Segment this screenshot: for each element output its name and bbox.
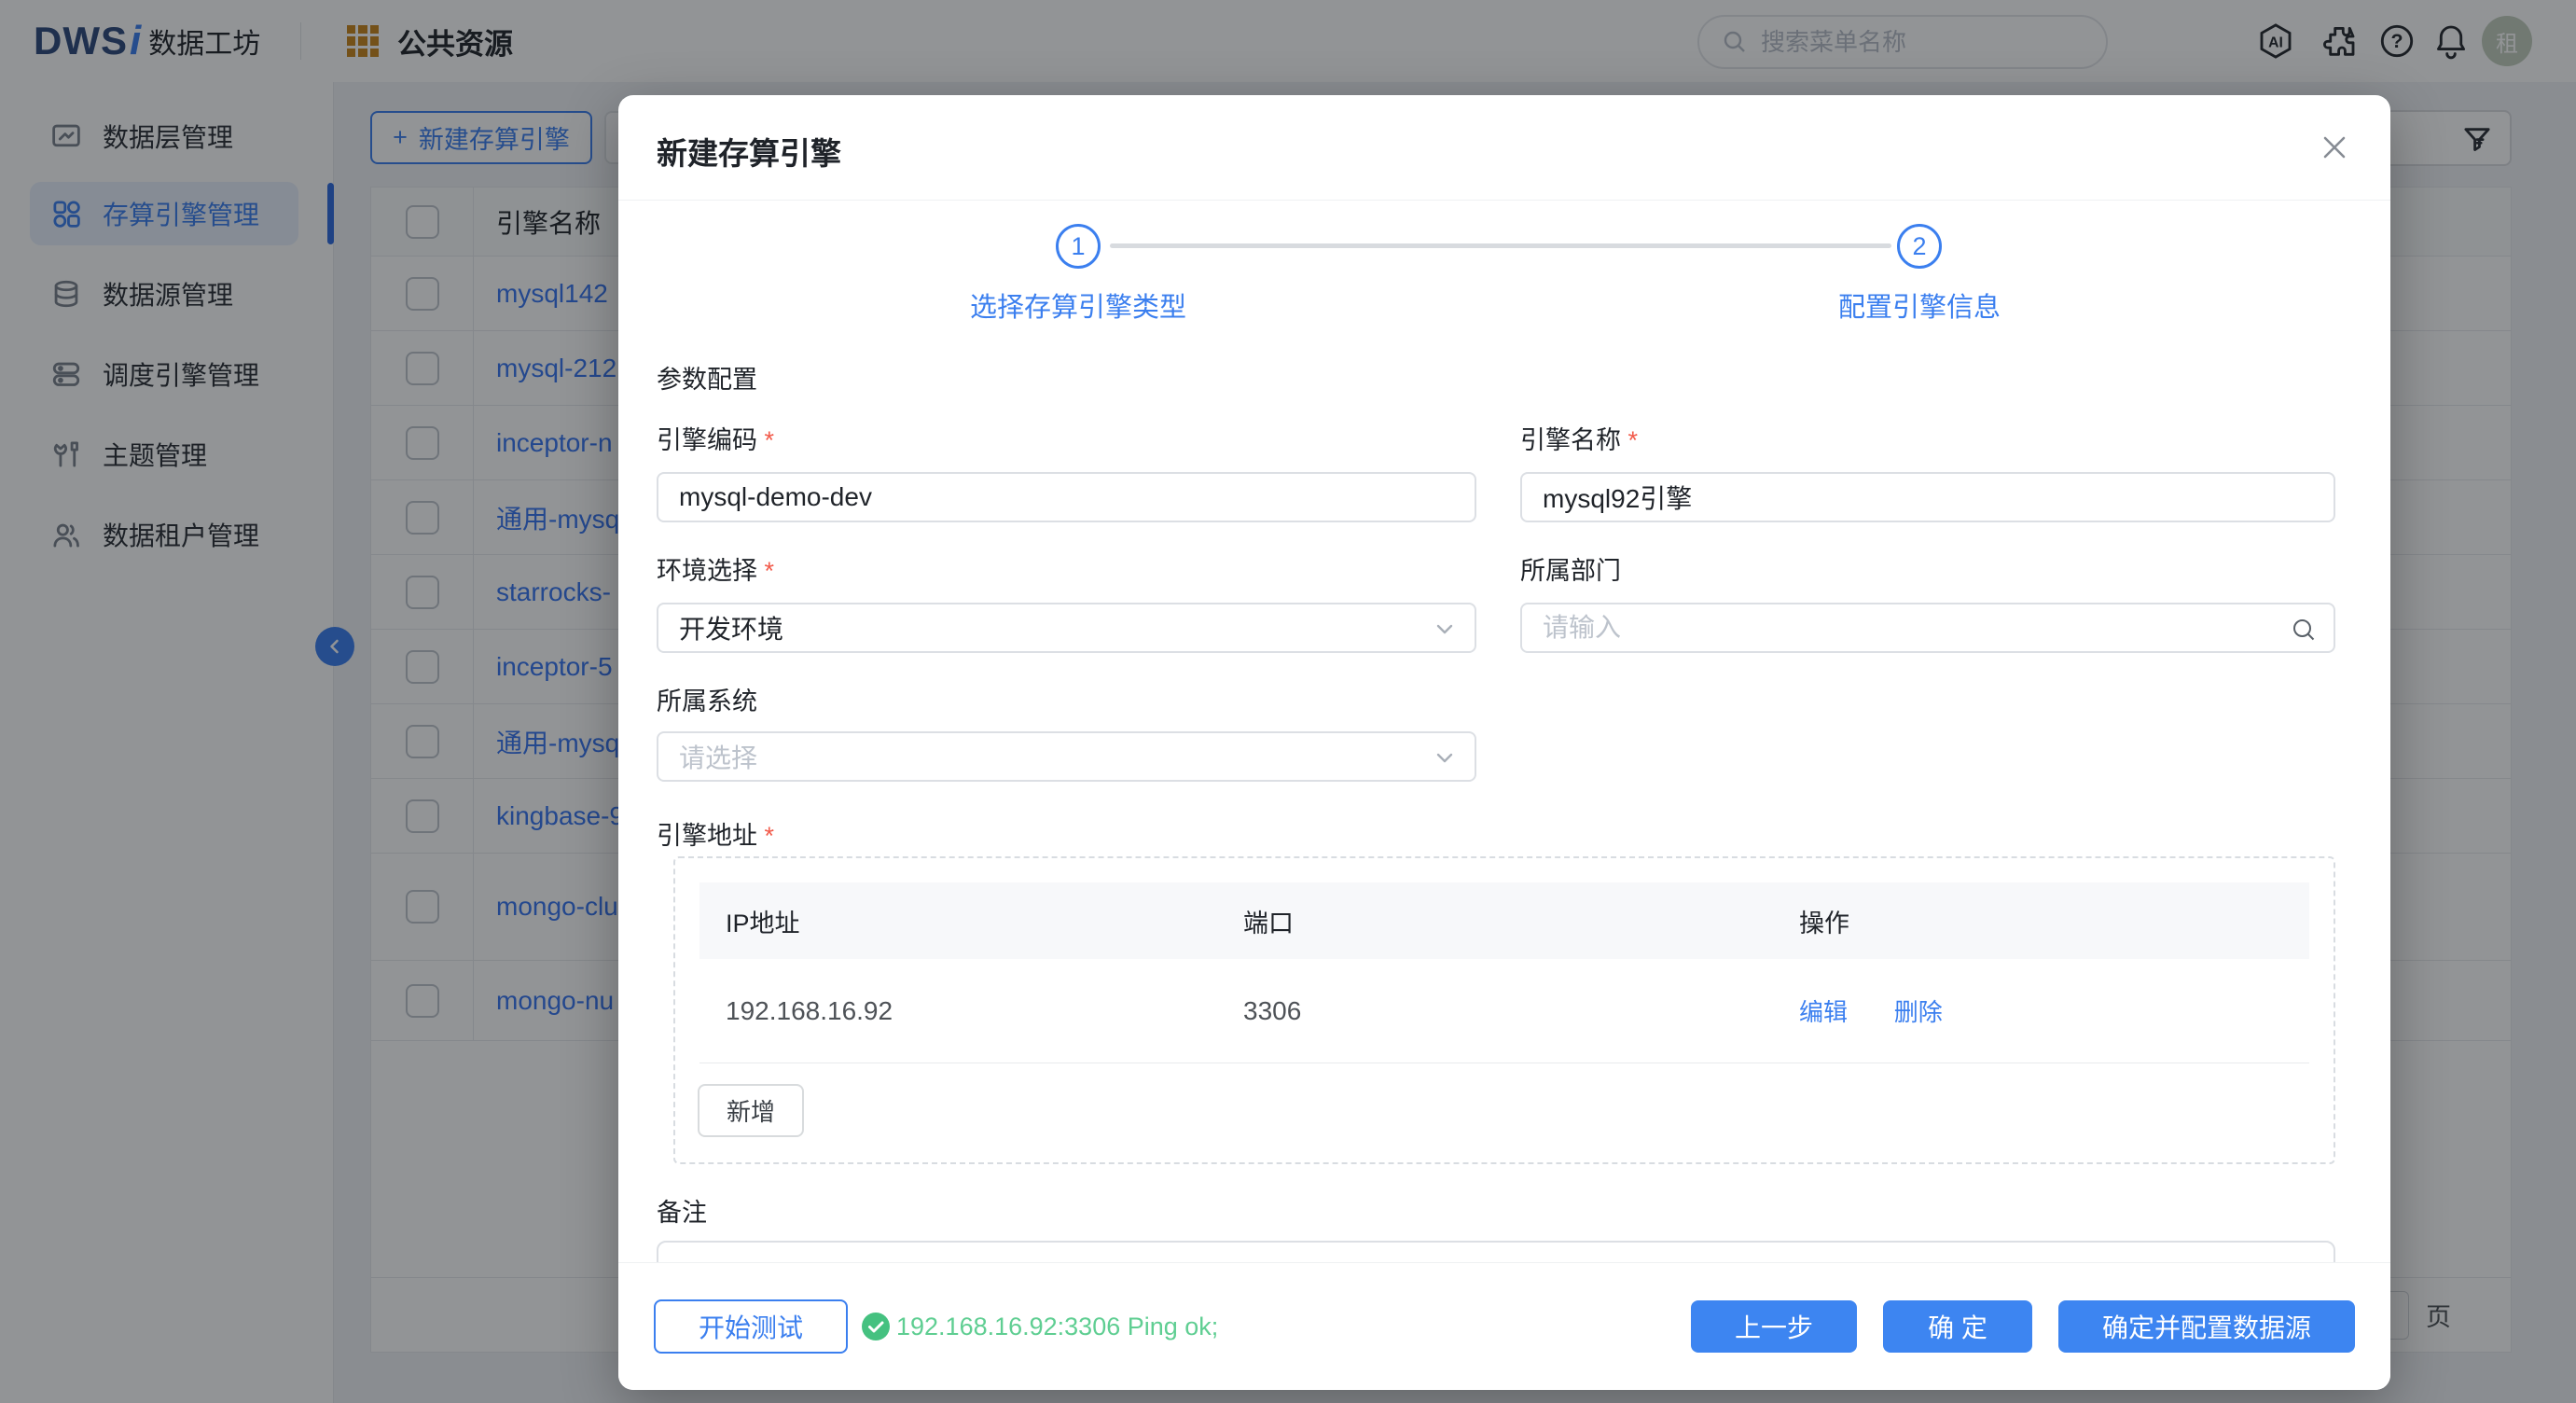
previous-step-button[interactable]: 上一步 (1691, 1300, 1857, 1353)
ping-result: 192.168.16.92:3306 Ping ok; (861, 1312, 1218, 1341)
address-table-row: 192.168.16.92 3306 编辑 删除 (699, 959, 2309, 1063)
environment-value: 开发环境 (679, 609, 783, 646)
department-input[interactable] (1543, 613, 2313, 643)
add-address-button[interactable]: 新增 (698, 1084, 804, 1137)
step-1-label: 选择存算引擎类型 (892, 285, 1265, 325)
chevron-down-icon (1433, 747, 1456, 770)
address-table-header: IP地址 端口 操作 (699, 882, 2309, 959)
engine-address-label: 引擎地址 (657, 815, 774, 852)
step-connector (1110, 243, 1891, 248)
header-divider (618, 200, 2390, 201)
port-value: 3306 (1217, 996, 1773, 1026)
system-select[interactable]: 请选择 (657, 731, 1476, 782)
chevron-down-icon (1433, 618, 1456, 641)
confirm-button[interactable]: 确 定 (1883, 1300, 2032, 1353)
department-field[interactable] (1520, 603, 2335, 653)
engine-code-label: 引擎编码 (657, 420, 774, 456)
edit-link[interactable]: 编辑 (1799, 998, 1848, 1026)
delete-link[interactable]: 删除 (1894, 998, 1943, 1026)
modal-title: 新建存算引擎 (657, 129, 841, 174)
engine-address-box: IP地址 端口 操作 192.168.16.92 3306 编辑 删除 (673, 856, 2335, 1164)
success-check-icon (861, 1312, 891, 1341)
department-label: 所属部门 (1520, 550, 1621, 587)
environment-label: 环境选择 (657, 550, 774, 587)
address-table: IP地址 端口 操作 192.168.16.92 3306 编辑 删除 (699, 882, 2309, 1063)
section-title: 参数配置 (657, 359, 757, 396)
system-placeholder: 请选择 (679, 738, 757, 775)
environment-select[interactable]: 开发环境 (657, 603, 1476, 653)
create-engine-modal: 新建存算引擎 1 2 选择存算引擎类型 配置引擎信息 参数配置 引擎编码 引擎名… (618, 95, 2390, 1390)
ip-value: 192.168.16.92 (699, 996, 1217, 1026)
system-label: 所属系统 (657, 681, 757, 717)
ip-column-header: IP地址 (699, 903, 1217, 939)
step-2-circle: 2 (1897, 224, 1942, 269)
confirm-and-configure-button[interactable]: 确定并配置数据源 (2058, 1300, 2355, 1353)
step-1-circle: 1 (1056, 224, 1101, 269)
ping-result-text: 192.168.16.92:3306 Ping ok; (896, 1313, 1218, 1341)
port-column-header: 端口 (1217, 903, 1773, 939)
start-test-button[interactable]: 开始测试 (654, 1299, 848, 1354)
search-icon[interactable] (2291, 617, 2317, 643)
remark-label: 备注 (657, 1192, 707, 1229)
close-icon[interactable] (2314, 127, 2355, 168)
actions-column-header: 操作 (1773, 903, 2309, 939)
engine-code-input[interactable] (657, 472, 1476, 522)
modal-footer: 开始测试 192.168.16.92:3306 Ping ok; 上一步 确 定… (618, 1262, 2390, 1390)
step-2-label: 配置引擎信息 (1733, 285, 2106, 325)
screen: DWS i 数据工坊 公共资源 AI ? 租 数据层管理 存算引擎管理 (0, 0, 2576, 1403)
engine-name-label: 引擎名称 (1520, 420, 1638, 456)
engine-name-input[interactable] (1520, 472, 2335, 522)
